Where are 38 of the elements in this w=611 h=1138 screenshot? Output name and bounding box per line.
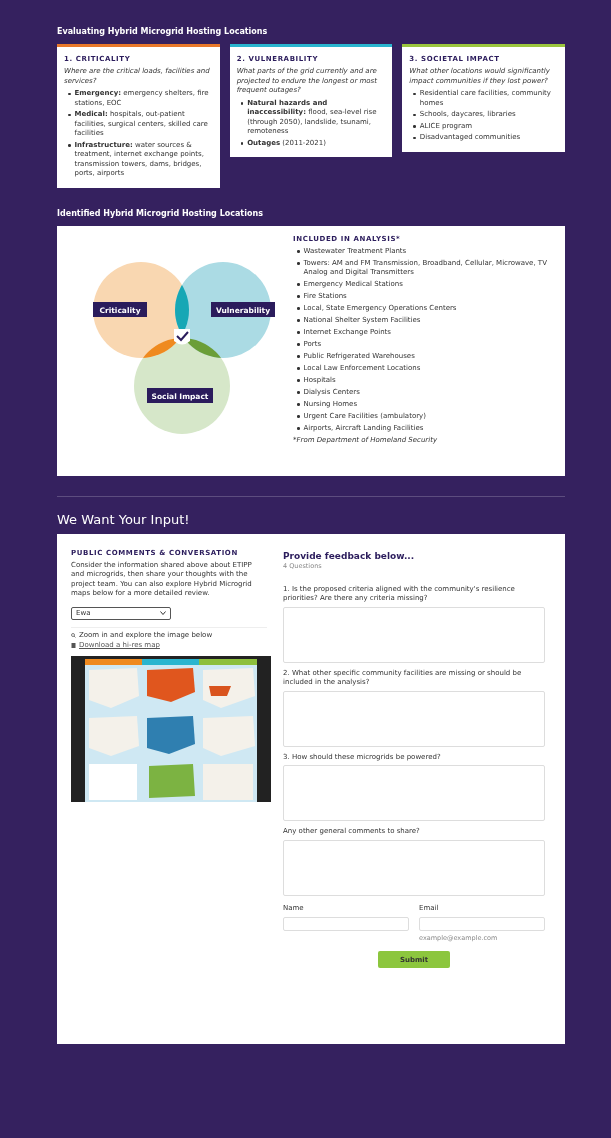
bullet-icon [68, 144, 71, 147]
search-icon [71, 632, 76, 638]
answer-box[interactable] [283, 690, 545, 747]
bullet-icon [413, 92, 416, 95]
document-icon [71, 643, 76, 649]
bullet-icon [297, 262, 300, 265]
bullet-icon [297, 427, 300, 430]
answer-box[interactable] [283, 765, 545, 821]
bullet-icon [297, 307, 300, 310]
bullet-icon [297, 319, 300, 322]
bullet-icon [297, 391, 300, 394]
bullet-icon [413, 113, 416, 116]
section-heading: Evaluating Hybrid Microgrid Hosting Locations [57, 26, 269, 37]
bullet-icon [413, 136, 416, 139]
section-heading: We Want Your Input! [57, 510, 191, 528]
name-field[interactable] [283, 917, 409, 931]
bullet-icon [413, 125, 416, 128]
bullet-icon [297, 283, 300, 286]
section-heading: Identified Hybrid Microgrid Hosting Locations [57, 207, 264, 219]
email-field[interactable] [419, 917, 545, 931]
bullet-icon [68, 92, 71, 95]
bullet-icon [297, 331, 300, 334]
caret-icon [160, 611, 166, 615]
answer-box[interactable] [283, 606, 545, 663]
shield-icon [174, 328, 190, 344]
answer-box[interactable] [283, 839, 545, 896]
form-title: Provide feedback below... [283, 549, 416, 562]
bullet-icon [240, 142, 244, 145]
bullet-icon [297, 250, 300, 253]
bullet-icon [297, 415, 300, 418]
bullet-icon [68, 113, 71, 116]
bullet-icon [297, 343, 300, 346]
bullet-icon [240, 102, 244, 105]
bullet-icon [297, 367, 300, 370]
bullet-icon [297, 403, 300, 406]
bullet-icon [297, 295, 300, 298]
bullet-icon [297, 379, 300, 382]
bullet-icon [297, 355, 300, 358]
